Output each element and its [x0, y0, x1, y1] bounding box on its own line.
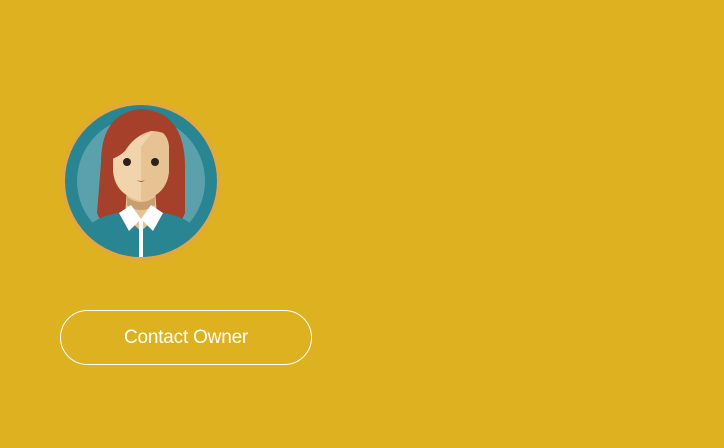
woman-avatar-icon	[61, 101, 221, 261]
contact-owner-button[interactable]: Contact Owner	[60, 310, 312, 365]
owner-avatar	[61, 101, 221, 261]
